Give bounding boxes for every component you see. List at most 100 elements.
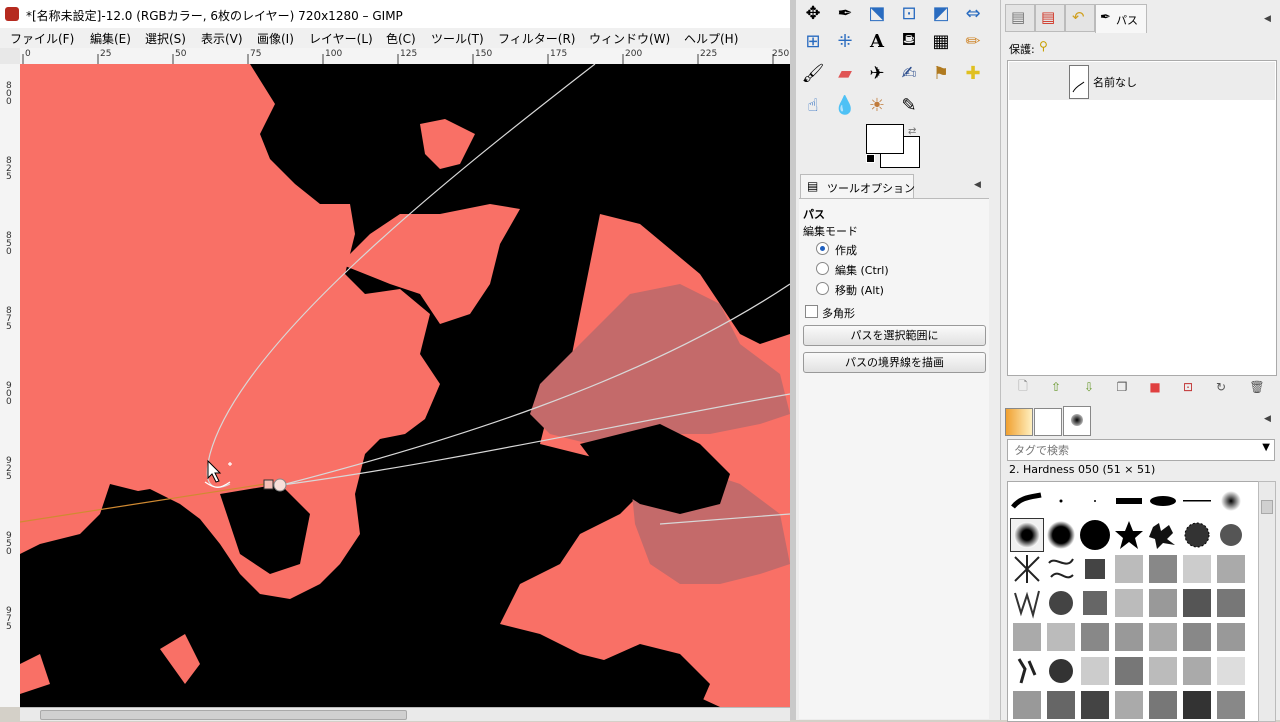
tab-gradients[interactable]	[1005, 408, 1033, 436]
path-name[interactable]: 名前なし	[1093, 74, 1137, 90]
brush-preview[interactable]	[1078, 518, 1112, 552]
brush-preview[interactable]	[1010, 484, 1044, 518]
paths-list[interactable]: 名前なし	[1007, 60, 1277, 376]
transform-tool-icon[interactable]: ⬔	[864, 0, 890, 26]
brush-preview[interactable]	[1112, 620, 1146, 654]
dodge-tool-icon[interactable]: ☀	[864, 92, 890, 118]
brush-preview[interactable]	[1146, 654, 1180, 688]
brush-preview[interactable]	[1010, 620, 1044, 654]
menu-tools[interactable]: ツール(T)	[431, 30, 484, 47]
paintbrush-tool-icon[interactable]: 🖌	[800, 60, 826, 86]
brush-preview[interactable]	[1010, 688, 1044, 721]
delete-path-icon[interactable]: 🗑	[1249, 380, 1265, 394]
brush-preview[interactable]	[1146, 552, 1180, 586]
panel-menu-arrow-icon[interactable]: ◀	[1264, 414, 1271, 424]
panel-menu-arrow-icon[interactable]: ◀	[1264, 14, 1271, 24]
bucket-fill-tool-icon[interactable]: ⛾	[896, 28, 922, 54]
vertical-ruler[interactable]: 800 825 850 875 900 925 950 975	[0, 64, 21, 707]
brush-preview[interactable]	[1214, 518, 1248, 552]
menu-filters[interactable]: フィルター(R)	[498, 30, 575, 47]
brush-preview[interactable]	[1146, 688, 1180, 721]
brush-preview[interactable]	[1078, 552, 1112, 586]
selection-to-path-icon[interactable]: ⊡	[1180, 380, 1196, 394]
brush-preview[interactable]	[1180, 484, 1214, 518]
brush-preview[interactable]	[1214, 654, 1248, 688]
swap-colors-icon[interactable]: ⇄	[908, 126, 916, 137]
dropdown-arrow-icon[interactable]: ▼	[1262, 442, 1270, 453]
brush-preview[interactable]	[1146, 620, 1180, 654]
horizontal-scrollbar[interactable]	[20, 707, 790, 721]
color-picker-tool-icon[interactable]: ✎	[896, 92, 922, 118]
blend-tool-icon[interactable]: ▦	[928, 28, 954, 54]
image-canvas[interactable]	[20, 64, 790, 707]
move-tool-icon[interactable]: ✥	[800, 0, 826, 26]
new-path-icon[interactable]: 🗋	[1015, 379, 1031, 394]
brush-preview[interactable]	[1078, 484, 1112, 518]
radio-edit-mode[interactable]	[816, 262, 829, 275]
tab-layers[interactable]: ▤	[1005, 4, 1035, 32]
tag-search-combo[interactable]: ▼	[1007, 439, 1275, 461]
radio-move-mode[interactable]	[816, 282, 829, 295]
paths-tool-icon[interactable]: ✒	[832, 0, 858, 26]
brush-preview[interactable]	[1078, 586, 1112, 620]
brush-preview[interactable]	[1044, 552, 1078, 586]
brush-preview[interactable]	[1180, 552, 1214, 586]
brush-preview[interactable]	[1180, 518, 1214, 552]
ink-tool-icon[interactable]: ✍	[896, 60, 922, 86]
blur-tool-icon[interactable]: 💧	[832, 92, 858, 118]
brush-preview-selected[interactable]	[1010, 518, 1044, 552]
menu-edit[interactable]: 編集(E)	[90, 30, 131, 47]
brush-grid[interactable]	[1007, 481, 1259, 722]
brush-preview[interactable]	[1180, 688, 1214, 721]
brush-preview[interactable]	[1044, 654, 1078, 688]
brush-preview[interactable]	[1214, 586, 1248, 620]
brush-preview[interactable]	[1180, 654, 1214, 688]
text-tool-icon[interactable]: A	[864, 28, 890, 54]
radio-design-mode[interactable]	[816, 242, 829, 255]
menu-file[interactable]: ファイル(F)	[10, 30, 74, 47]
flip-tool-icon[interactable]: ⇔	[960, 0, 986, 26]
align-tool-icon[interactable]: ⊞	[800, 28, 826, 54]
brush-preview[interactable]	[1146, 484, 1180, 518]
brush-preview[interactable]	[1044, 484, 1078, 518]
heal-tool-icon[interactable]: ✚	[960, 60, 986, 86]
crop-tool-icon[interactable]: ⊡	[896, 0, 922, 26]
panel-menu-arrow-icon[interactable]: ◀	[974, 180, 981, 190]
brush-preview[interactable]	[1112, 484, 1146, 518]
fg-bg-color-selector[interactable]: ⇄	[866, 124, 922, 170]
lock-position-icon[interactable]: ⚲	[1039, 39, 1048, 53]
brush-preview[interactable]	[1214, 688, 1248, 721]
brush-preview[interactable]	[1112, 518, 1146, 552]
scrollbar-thumb[interactable]	[1261, 500, 1273, 514]
brush-preview[interactable]	[1180, 586, 1214, 620]
brush-preview[interactable]	[1214, 484, 1248, 518]
brush-preview[interactable]	[1112, 688, 1146, 721]
duplicate-path-icon[interactable]: ❐	[1114, 380, 1130, 394]
menu-help[interactable]: ヘルプ(H)	[684, 30, 738, 47]
menu-layer[interactable]: レイヤー(L)	[309, 30, 373, 47]
lower-path-icon[interactable]: ⇩	[1081, 380, 1097, 394]
brush-preview[interactable]	[1078, 620, 1112, 654]
tab-channels[interactable]: ▤	[1035, 4, 1065, 32]
menu-select[interactable]: 選択(S)	[145, 30, 186, 47]
tab-tool-options[interactable]: ▤ ツールオプション	[800, 174, 915, 199]
menu-windows[interactable]: ウィンドウ(W)	[589, 30, 670, 47]
tab-undo-history[interactable]: ↶	[1065, 4, 1095, 32]
menu-view[interactable]: 表示(V)	[201, 30, 243, 47]
cage-tool-icon[interactable]: ⁜	[832, 28, 858, 54]
ruler-corner-button[interactable]	[0, 48, 21, 65]
brush-preview[interactable]	[1078, 688, 1112, 721]
brush-preview[interactable]	[1214, 552, 1248, 586]
brush-preview[interactable]	[1112, 552, 1146, 586]
brush-preview[interactable]	[1044, 688, 1078, 721]
brush-preview[interactable]	[1146, 518, 1180, 552]
foreground-color-swatch[interactable]	[866, 124, 904, 154]
brush-preview[interactable]	[1112, 586, 1146, 620]
selection-from-path-button[interactable]: パスを選択範囲に	[803, 325, 986, 346]
perspective-tool-icon[interactable]: ◩	[928, 0, 954, 26]
brush-preview[interactable]	[1044, 586, 1078, 620]
default-colors-icon[interactable]	[866, 154, 875, 163]
raise-path-icon[interactable]: ⇧	[1048, 380, 1064, 394]
menu-image[interactable]: 画像(I)	[257, 30, 294, 47]
tab-brushes[interactable]	[1063, 406, 1091, 436]
